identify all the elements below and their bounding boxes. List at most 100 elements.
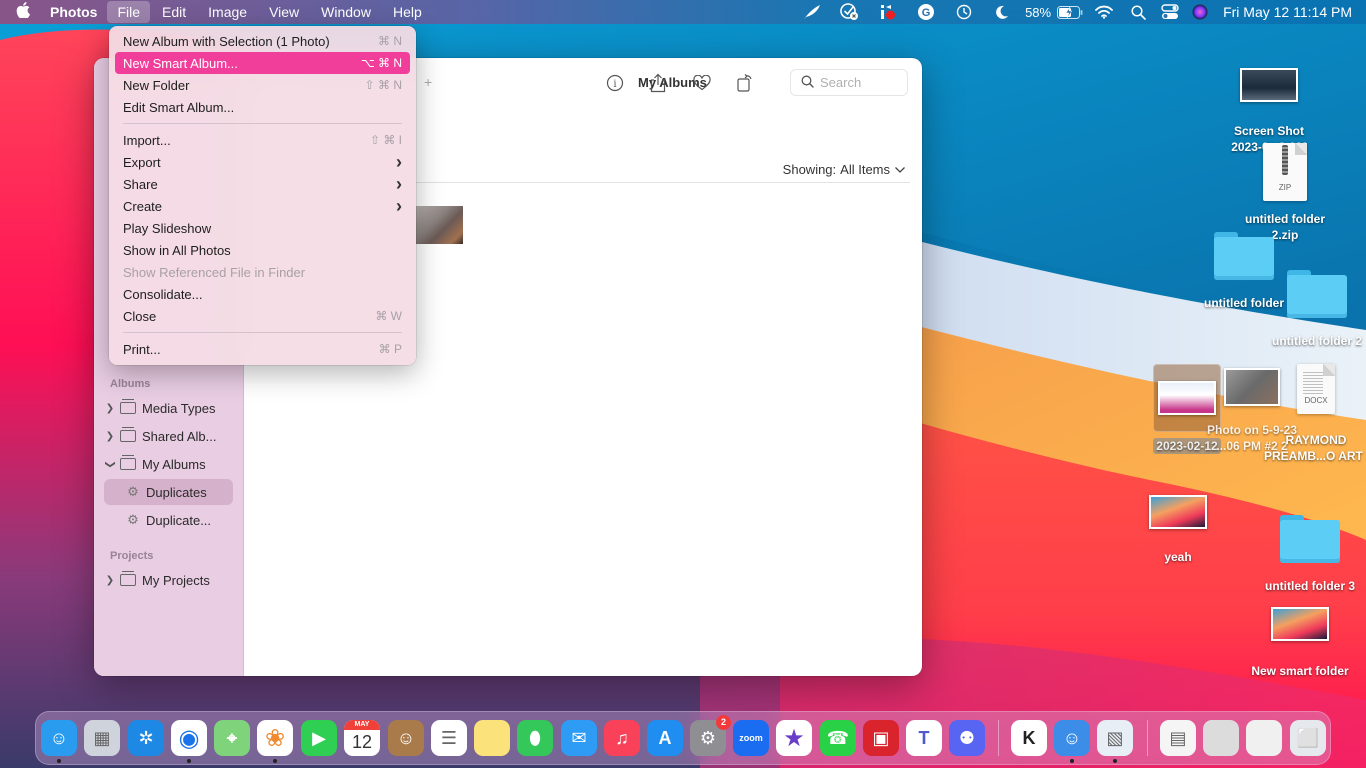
- control-center-icon[interactable]: [1153, 4, 1187, 20]
- sidebar-item-duplicates-2[interactable]: ⚙ Duplicate...: [104, 507, 233, 533]
- showing-filter-dropdown[interactable]: Showing: All Items: [783, 162, 906, 177]
- menu-item-share[interactable]: Share ›: [115, 173, 410, 195]
- dock-app-photo-booth[interactable]: ▣: [863, 720, 899, 756]
- discord-icon: ⚉: [958, 727, 976, 748]
- time-machine-icon[interactable]: [945, 3, 983, 21]
- checkmark-badge-icon[interactable]: [831, 3, 869, 21]
- menu-item-label: New Smart Album...: [123, 55, 238, 71]
- desktop-item-yeah[interactable]: yeah: [1140, 495, 1216, 565]
- grammarly-icon[interactable]: G: [907, 3, 945, 21]
- app-status-icon[interactable]: [869, 3, 907, 21]
- dock-app-system-preferences[interactable]: ⚙ 2: [690, 715, 731, 756]
- menu-item-label: Show Referenced File in Finder: [123, 264, 306, 280]
- chevron-down-icon[interactable]: ❯: [105, 458, 116, 470]
- menu-view[interactable]: View: [259, 1, 309, 23]
- photo-thumbnail[interactable]: [416, 206, 463, 244]
- menu-bar-clock[interactable]: Fri May 12 11:14 PM: [1223, 4, 1352, 20]
- menu-window[interactable]: Window: [311, 1, 381, 23]
- menu-file[interactable]: File: [107, 1, 151, 23]
- desktop-item-screen-shot[interactable]: Screen Shot 2023-0...3 AM: [1224, 68, 1314, 155]
- dock-app-maps[interactable]: ⌖: [214, 720, 250, 756]
- info-icon[interactable]: i: [604, 72, 626, 94]
- rotate-icon[interactable]: [734, 72, 756, 94]
- menu-help[interactable]: Help: [383, 1, 432, 23]
- sidebar-item-label: My Albums: [142, 456, 206, 472]
- menu-item-label: New Folder: [123, 77, 190, 93]
- chevron-right-icon[interactable]: ❯: [104, 575, 116, 586]
- dock-app-app-store[interactable]: A: [647, 720, 683, 756]
- dock-app-launchpad[interactable]: ▦: [84, 720, 120, 756]
- dock-app-preview[interactable]: ▧: [1097, 720, 1133, 756]
- dock-app-photos[interactable]: ❀: [257, 720, 293, 756]
- apple-logo-icon[interactable]: [0, 1, 46, 23]
- battery-charging-icon[interactable]: [1055, 5, 1085, 19]
- dock-app-zoom[interactable]: zoom: [733, 720, 769, 756]
- trash-icon: ⬜: [1296, 727, 1320, 748]
- dock-app-installer-disk-image[interactable]: ▤: [1160, 720, 1196, 756]
- menu-item-consolidate[interactable]: Consolidate...: [115, 283, 410, 305]
- sidebar-section-projects: Projects: [110, 550, 154, 562]
- menu-item-import[interactable]: Import... ⇧ ⌘ I: [115, 129, 410, 151]
- dock-app-safari[interactable]: ✲: [128, 720, 164, 756]
- desktop-item-untitled-folder-2[interactable]: untitled folder 2: [1268, 270, 1366, 349]
- chevron-right-icon[interactable]: ❯: [104, 403, 116, 414]
- search-input[interactable]: [820, 75, 900, 90]
- desktop-item-untitled-folder-2-zip[interactable]: ZIP untitled folder 2.zip: [1235, 143, 1335, 243]
- favorite-heart-icon[interactable]: [691, 72, 713, 94]
- dock-app-music[interactable]: ♫: [604, 720, 640, 756]
- desktop-item-untitled-folder-3[interactable]: untitled folder 3: [1256, 515, 1364, 594]
- dock-app-google-chrome[interactable]: ◉: [171, 720, 207, 756]
- dock-app-recent-screenshot-2[interactable]: [1246, 720, 1282, 756]
- dock-app-gemini-duplicate-finder[interactable]: ☺: [1054, 720, 1090, 756]
- dock-app-mail[interactable]: ✉: [561, 720, 597, 756]
- dock-app-messages[interactable]: ⬮: [517, 720, 553, 756]
- menu-item-create[interactable]: Create ›: [115, 195, 410, 217]
- submenu-chevron-icon: ›: [396, 151, 402, 172]
- dock-app-facetime[interactable]: ▶: [301, 720, 337, 756]
- menu-app-photos[interactable]: Photos: [46, 1, 105, 23]
- dock-app-recent-screenshot-1[interactable]: [1203, 720, 1239, 756]
- sidebar-item-my-albums[interactable]: ❯ My Albums: [104, 451, 233, 477]
- add-button[interactable]: +: [424, 74, 432, 90]
- menu-item-close[interactable]: Close ⌘ W: [115, 305, 410, 327]
- sidebar-item-media-types[interactable]: ❯ Media Types: [104, 395, 233, 421]
- share-icon[interactable]: [647, 72, 669, 94]
- submenu-chevron-icon: ›: [396, 173, 402, 194]
- sidebar-item-duplicates[interactable]: ⚙ Duplicates: [104, 479, 233, 505]
- desktop-item-new-smart-folder[interactable]: New smart folder: [1244, 607, 1356, 679]
- dock-app-calendar[interactable]: MAY 12: [344, 720, 380, 756]
- menu-edit[interactable]: Edit: [152, 1, 196, 23]
- menu-image[interactable]: Image: [198, 1, 257, 23]
- desktop-item-raymond-docx[interactable]: DOCX RAYMOND PREAMB...O ART 1: [1264, 364, 1366, 464]
- sidebar-item-shared-albums[interactable]: ❯ Shared Alb...: [104, 423, 233, 449]
- search-field[interactable]: [790, 69, 908, 96]
- dock-app-finder[interactable]: ☺: [41, 720, 77, 756]
- dock-app-whatsapp[interactable]: ☎: [820, 720, 856, 756]
- menu-item-play-slideshow[interactable]: Play Slideshow: [115, 217, 410, 239]
- spotlight-search-icon[interactable]: [1123, 4, 1153, 20]
- feather-icon[interactable]: [793, 4, 831, 20]
- do-not-disturb-moon-icon[interactable]: [983, 4, 1021, 20]
- dock-app-notes[interactable]: [474, 720, 510, 756]
- dock-app-imovie[interactable]: ★: [776, 720, 812, 756]
- menu-item-new-smart-album[interactable]: New Smart Album... ⌥ ⌘ N: [115, 52, 410, 74]
- dock-app-klack[interactable]: K: [1011, 720, 1047, 756]
- menu-item-export[interactable]: Export ›: [115, 151, 410, 173]
- dock-app-trash[interactable]: ⬜: [1290, 720, 1326, 756]
- menu-item-show-in-all-photos[interactable]: Show in All Photos: [115, 239, 410, 261]
- dock-app-microsoft-teams[interactable]: T: [906, 720, 942, 756]
- contacts-icon: ☺: [396, 727, 416, 748]
- dock-app-contacts[interactable]: ☺: [388, 720, 424, 756]
- menu-item-print[interactable]: Print... ⌘ P: [115, 338, 410, 360]
- sidebar-item-my-projects[interactable]: ❯ My Projects: [104, 567, 233, 593]
- dock-app-discord[interactable]: ⚉: [949, 720, 985, 756]
- menu-item-edit-smart-album[interactable]: Edit Smart Album...: [115, 96, 410, 118]
- keyboard-shortcut: ⇧ ⌘ I: [369, 133, 402, 147]
- chevron-right-icon[interactable]: ❯: [104, 431, 116, 442]
- dock-app-reminders[interactable]: ☰: [431, 720, 467, 756]
- menu-item-new-album-with-selection-1-photo[interactable]: New Album with Selection (1 Photo) ⌘ N: [115, 30, 410, 52]
- menu-item-new-folder[interactable]: New Folder ⇧ ⌘ N: [115, 74, 410, 96]
- siri-icon[interactable]: [1187, 4, 1213, 20]
- wifi-icon[interactable]: [1085, 5, 1123, 19]
- svg-text:i: i: [613, 79, 616, 90]
